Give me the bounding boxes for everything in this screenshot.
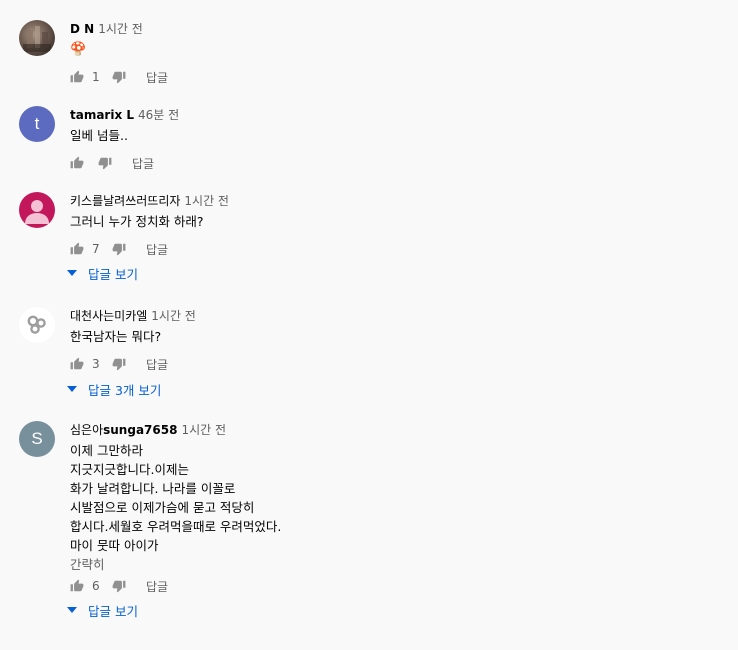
comment-text-line: 일베 넘들.. — [70, 128, 128, 143]
comment-text-line: 화가 날려합니다. 나라를 이꼴로 — [70, 481, 236, 496]
comment-actions: 3 답글 — [70, 354, 168, 374]
thumbs-up-icon[interactable] — [70, 156, 84, 170]
reply-button[interactable]: 답글 — [132, 155, 154, 172]
view-replies-label: 답글 보기 — [88, 603, 138, 619]
thumbs-down-icon[interactable] — [112, 579, 126, 593]
view-replies-button[interactable]: 답글 보기 — [66, 600, 138, 620]
comment-text-line: 지긋지긋합니다.이제는 — [70, 462, 189, 477]
comment-text-line: 한국남자는 뭐다? — [70, 329, 162, 344]
chevron-down-icon — [66, 383, 78, 395]
comment-text-line: 이제 그만하라 — [70, 443, 143, 458]
comment-header: D N 1시간 전 — [70, 20, 710, 38]
comment-text: 일베 넘들.. — [70, 126, 710, 145]
avatar[interactable]: t — [19, 106, 55, 142]
thumbs-up-icon[interactable] — [70, 357, 84, 371]
comment-text-line: 합시다.세월호 우려먹을때로 우려먹었다. — [70, 519, 282, 534]
comment-text-line: 시발점으로 이제가슴에 묻고 적당히 — [70, 500, 255, 515]
avatar[interactable] — [19, 307, 55, 343]
comment-time[interactable]: 1시간 전 — [151, 309, 196, 323]
comment-header: tamarix L 46분 전 — [70, 106, 710, 124]
like-count: 1 — [92, 70, 100, 84]
view-replies-label: 답글 3개 보기 — [88, 382, 162, 398]
comment-actions: 1 답글 — [70, 67, 168, 87]
reply-button[interactable]: 답글 — [146, 356, 168, 373]
view-replies-label: 답글 보기 — [88, 266, 138, 282]
comment-text-line: 그러니 누가 정치화 하래? — [70, 214, 204, 229]
author-name[interactable]: 대천사는미카엘 — [70, 309, 147, 323]
comment-body: 키스를날려쓰러뜨리자 1시간 전 그러니 누가 정치화 하래? — [70, 192, 710, 231]
comment-header: 키스를날려쓰러뜨리자 1시간 전 — [70, 192, 710, 210]
thumbs-down-icon[interactable] — [112, 242, 126, 256]
comments-section: D N 1시간 전 🍄 1 답글 t tamarix L 46분 전 일베 넘들… — [0, 0, 738, 650]
author-name-suffix: sunga7658 — [103, 423, 178, 437]
comment-time[interactable]: 1시간 전 — [98, 22, 143, 36]
comment-text: 그러니 누가 정치화 하래? — [70, 212, 710, 231]
reply-button[interactable]: 답글 — [146, 69, 168, 86]
chevron-down-icon — [66, 604, 78, 616]
thumbs-up-icon[interactable] — [70, 579, 84, 593]
comment-text: 한국남자는 뭐다? — [70, 327, 710, 346]
author-name[interactable]: 키스를날려쓰러뜨리자 — [70, 194, 180, 208]
reply-button[interactable]: 답글 — [146, 578, 168, 595]
comment-text: 이제 그만하라 지긋지긋합니다.이제는 화가 날려합니다. 나라를 이꼴로 시발… — [70, 441, 710, 574]
view-replies-button[interactable]: 답글 보기 — [66, 263, 138, 283]
author-name[interactable]: tamarix L — [70, 108, 134, 122]
comment-text: 🍄 — [70, 40, 710, 59]
view-replies-button[interactable]: 답글 3개 보기 — [66, 379, 161, 399]
avatar-letter: S — [31, 429, 43, 448]
thumbs-up-icon[interactable] — [70, 70, 84, 84]
comment-text-line: 🍄 — [70, 42, 87, 57]
comment-body: tamarix L 46분 전 일베 넘들.. — [70, 106, 710, 145]
like-count: 3 — [92, 357, 100, 371]
like-count: 6 — [92, 579, 100, 593]
comment-body: 대천사는미카엘 1시간 전 한국남자는 뭐다? — [70, 307, 710, 346]
author-name[interactable]: 심은아sunga7658 — [70, 423, 177, 437]
chevron-down-icon — [66, 267, 78, 279]
avatar[interactable] — [19, 20, 55, 56]
person-icon — [25, 200, 49, 224]
comment-body: D N 1시간 전 🍄 — [70, 20, 710, 59]
like-count: 7 — [92, 242, 100, 256]
comment-header: 심은아sunga7658 1시간 전 — [70, 421, 710, 439]
comment-header: 대천사는미카엘 1시간 전 — [70, 307, 710, 325]
thumbs-up-icon[interactable] — [70, 242, 84, 256]
comment-time[interactable]: 46분 전 — [138, 108, 179, 122]
avatar-photo — [23, 26, 51, 52]
reply-button[interactable]: 답글 — [146, 241, 168, 258]
thumbs-down-icon[interactable] — [112, 70, 126, 84]
avatar[interactable] — [19, 192, 55, 228]
avatar-letter: t — [34, 114, 40, 133]
thumbs-down-icon[interactable] — [98, 156, 112, 170]
comment-time[interactable]: 1시간 전 — [181, 423, 226, 437]
comment-text-line: 마이 뭇따 아이가 — [70, 538, 159, 553]
comment-body: 심은아sunga7658 1시간 전 이제 그만하라 지긋지긋합니다.이제는 화가… — [70, 421, 710, 574]
circles-icon — [27, 315, 46, 334]
show-less-button[interactable]: 간략히 — [70, 555, 710, 574]
author-name[interactable]: D N — [70, 22, 94, 36]
comment-time[interactable]: 1시간 전 — [184, 194, 229, 208]
avatar[interactable]: S — [19, 421, 55, 457]
comment-actions: 6 답글 — [70, 576, 168, 596]
comment-actions: 답글 — [70, 153, 154, 173]
thumbs-down-icon[interactable] — [112, 357, 126, 371]
comment-actions: 7 답글 — [70, 239, 168, 259]
